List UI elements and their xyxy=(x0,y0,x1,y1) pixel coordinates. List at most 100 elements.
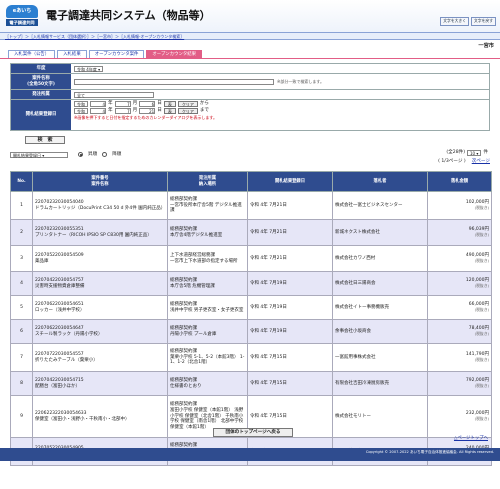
table-row[interactable]: 3 22070522030054509 薬品庫 上下水道部経営総務課 一宮市上下水道部の… xyxy=(10,245,492,272)
per-page-unit: 件 xyxy=(483,150,488,156)
winner-cell: 株式会社カワノ西村 xyxy=(332,245,428,272)
tab-bid-announcements[interactable]: 入札案件（公告） xyxy=(8,50,56,58)
table-row[interactable]: 4 22070422030054757 災害時支援物資倉庫整備 総務部契約課 本庁舎5階… xyxy=(10,271,492,296)
from-month-input[interactable]: 7 xyxy=(114,101,131,107)
case-name-link[interactable]: 災害時支援物資倉庫整備 xyxy=(35,284,165,290)
dept-cell: 上下水道部経営総務課 一宮市上下水道部の指定する場所 xyxy=(167,245,248,272)
breadcrumb-links[interactable]: ［トップ］＞［入札情報サービス（団体選択）］＞［一宮市］＞［入札情報-オープンカ… xyxy=(5,34,184,39)
breadcrumb[interactable]: ［トップ］＞［入札情報サービス（団体選択）］＞［一宮市］＞［入札情報-オープンカ… xyxy=(0,32,500,40)
descending-radio[interactable] xyxy=(102,152,108,158)
to-month-input[interactable]: 7 xyxy=(114,108,131,114)
from-year-input[interactable]: 4 xyxy=(90,101,106,107)
dept-cell: 総務部契約課 仕様書のとおり xyxy=(167,371,248,396)
amount-cell: 141,790円 (税抜き) xyxy=(427,343,492,372)
to-suffix: まで xyxy=(199,108,210,114)
row-no: 9 xyxy=(10,395,33,438)
department-label: 発注所属 xyxy=(11,90,71,99)
delivery-place: 本庁舎4階デジタル推進室 xyxy=(170,232,223,238)
tab-bid-results[interactable]: 入札結果 xyxy=(57,50,87,58)
dept-cell: 総務部契約課 葉栗小学校 5-1、5-2（本館3階） 1-1、1-2（北舎1階） xyxy=(167,343,248,372)
from-suffix: から xyxy=(199,101,210,107)
case-name-link[interactable]: 薬品庫 xyxy=(35,259,165,265)
case-cell[interactable]: 22070232030054040 ドラムカートリッジ（DocuPrint C34… xyxy=(32,191,168,220)
case-name-note: ※部分一致で検索します。 xyxy=(277,79,324,84)
results-table: No. 案件番号 案件名称 発注所属 納入場所 開札結果登録日 落札者 落札金額… xyxy=(10,171,492,466)
date-label: 開札結果登録日 xyxy=(11,100,71,130)
from-clear-button[interactable]: クリア xyxy=(177,101,198,107)
case-name-link[interactable]: スチール製ラック（丹陽小学校） xyxy=(35,332,165,338)
ascending-label: 昇順 xyxy=(88,152,98,157)
from-day-input[interactable]: 6 xyxy=(139,101,156,107)
date-cell: 令和 4年 7月15日 xyxy=(247,371,333,396)
text-larger-button[interactable]: 文字を大きく xyxy=(440,17,470,26)
case-cell[interactable]: 22070232030055351 プリンタトナー（RICOH IPSIO SP … xyxy=(32,219,168,246)
tax-note: (税抜き) xyxy=(474,382,489,388)
case-cell[interactable]: 22070522030054509 薬品庫 xyxy=(32,245,168,272)
organization-name: 一宮市 xyxy=(478,43,494,49)
from-calendar-icon[interactable]: 表 xyxy=(163,101,176,107)
fiscal-year-select[interactable]: 令和 4年度 ▾ xyxy=(74,65,104,72)
tax-note: (税抜き) xyxy=(474,282,489,288)
winner-cell: 株式会社イトー事務機販売 xyxy=(332,295,428,320)
date-cell: 令和 4年 7月21日 xyxy=(247,219,333,246)
case-name-sublabel: (全角50文字) xyxy=(27,81,55,87)
from-era-select[interactable]: 令和 xyxy=(74,101,88,107)
case-name-link[interactable]: プリンタトナー（RICOH IPSIO SP C830用 園内純正品） xyxy=(35,233,165,239)
row-no: 8 xyxy=(10,371,33,396)
fiscal-year-label: 年度 xyxy=(11,64,71,73)
case-name-link[interactable]: 配膳台（富田小ほか） xyxy=(35,384,165,390)
amount-cell: 792,000円 (税抜き) xyxy=(427,371,492,396)
ascending-radio[interactable] xyxy=(78,152,83,158)
col-winner: 落札者 xyxy=(332,171,428,192)
case-cell[interactable]: 22070722030054557 折りたたみテーブル（葉栗小） xyxy=(32,343,168,372)
to-year-input[interactable]: 4 xyxy=(90,108,106,114)
delivery-place: 丹陽小学校 プール倉庫 xyxy=(170,331,217,337)
delivery-place: 浅井中学校 男子更衣室・女子更衣室 xyxy=(170,307,244,313)
text-reset-button[interactable]: 文字を戻す xyxy=(471,17,496,26)
case-name-link[interactable]: 折りたたみテーブル（葉栗小） xyxy=(35,358,165,364)
case-cell[interactable]: 22070622030054651 ロッカー（浅井中学校） xyxy=(32,295,168,320)
site-logo[interactable]: eあいち 電子調達共同 xyxy=(6,5,38,27)
table-row[interactable]: 1 22070232030054040 ドラムカートリッジ（DocuPrint C3… xyxy=(10,191,492,220)
table-row[interactable]: 6 22070622030054647 スチール製ラック（丹陽小学校） 総務部契約課丹… xyxy=(10,319,492,344)
logo-main: eあいち xyxy=(6,5,38,18)
tab-open-counter-results[interactable]: オープンカウンタ結果 xyxy=(146,50,203,58)
col-dept: 発注所属 納入場所 xyxy=(167,171,248,192)
case-name-link[interactable]: 保健室（富田小・浅野小・千秋南小・北部中） xyxy=(35,417,165,423)
to-day-input[interactable]: 21 xyxy=(139,108,156,114)
department-select[interactable]: 全て xyxy=(74,91,154,98)
case-name-input[interactable] xyxy=(74,78,274,85)
per-page-select[interactable]: 10 ▾ xyxy=(467,150,482,156)
page-top-link[interactable]: △ページトップへ xyxy=(454,436,488,442)
next-page-link[interactable]: 次ページ xyxy=(472,159,490,165)
winner-cell: 一富館用事株式会社 xyxy=(332,343,428,372)
case-cell[interactable]: 22070622030054647 スチール製ラック（丹陽小学校） xyxy=(32,319,168,344)
case-name-link[interactable]: ドラムカートリッジ（DocuPrint C34 50 d 外4件 園内純正品） xyxy=(35,206,165,212)
to-era-select[interactable]: 令和 xyxy=(74,108,88,114)
to-calendar-icon[interactable]: 表 xyxy=(163,108,176,114)
table-row[interactable]: 7 22070722030054557 折りたたみテーブル（葉栗小） 総務部契約課 葉栗… xyxy=(10,343,492,372)
case-name-link[interactable]: ロッカー（浅井中学校） xyxy=(35,308,165,314)
tab-open-counter-cases[interactable]: オープンカウンタ案件 xyxy=(88,50,145,58)
tax-note: (税抜き) xyxy=(474,415,489,421)
case-cell[interactable]: 22070422030054757 災害時支援物資倉庫整備 xyxy=(32,271,168,296)
winner-cell: 有限会社吉田冷凍厨房販売 xyxy=(332,371,428,396)
table-row[interactable]: 8 22070422030054715 配膳台（富田小ほか） 総務部契約課 仕様書のとお… xyxy=(10,371,492,396)
date-cell: 令和 4年 7月19日 xyxy=(247,271,333,296)
amount-cell: 490,000円 (税抜き) xyxy=(427,245,492,272)
winner-cell: 株式会社日三陽商会 xyxy=(332,271,428,296)
search-button[interactable]: 検 索 xyxy=(25,136,65,144)
case-cell[interactable]: 22070422030054715 配膳台（富田小ほか） xyxy=(32,371,168,396)
sort-select[interactable]: 開札結果登録日 ▾ xyxy=(10,152,68,158)
to-clear-button[interactable]: クリア xyxy=(177,108,198,114)
col-amount: 落札金額 xyxy=(427,171,492,192)
case-cell[interactable]: 220622322030054633 保健室（富田小・浅野小・千秋南小・北部中） xyxy=(32,395,168,438)
table-row[interactable]: 2 22070232030055351 プリンタトナー（RICOH IPSIO SP… xyxy=(10,219,492,246)
table-row[interactable]: 5 22070622030054651 ロッカー（浅井中学校） 総務部契約課 浅井中学校… xyxy=(10,295,492,320)
back-to-top-page-button[interactable]: 団体のトップページへ戻る xyxy=(213,428,293,437)
amount-cell: 66,000円 (税抜き) xyxy=(427,295,492,320)
tax-note: (税抜き) xyxy=(474,204,489,210)
dept-cell: 総務部契約課 浅井中学校 男子更衣室・女子更衣室 xyxy=(167,295,248,320)
site-header: eあいち 電子調達共同 電子調達共同システム（物品等） 文字を大きく 文字を戻す xyxy=(0,0,500,32)
winner-cell: 株式会社一富士ビジネスセンター xyxy=(332,191,428,220)
